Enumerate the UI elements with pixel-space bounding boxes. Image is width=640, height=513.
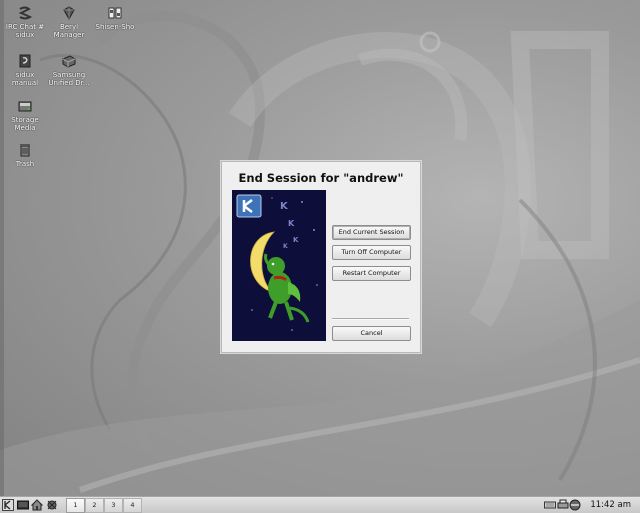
button-separator <box>332 318 409 320</box>
desktop-icon-label: Shisen-Sho <box>95 23 135 31</box>
desktop-icon-sidux-manual[interactable]: sidux manual <box>3 53 47 87</box>
floating-k-4: K <box>283 243 288 250</box>
home-icon[interactable] <box>31 499 43 511</box>
dragon-icon <box>264 253 310 323</box>
pager-desktop-2[interactable]: 2 <box>85 498 104 513</box>
desktop-icon-irc-chat[interactable]: IRC Chat # sidux <box>3 5 47 39</box>
end-current-session-button[interactable]: End Current Session <box>332 225 411 240</box>
beryl-icon <box>63 6 75 21</box>
floating-k-1: K <box>280 201 289 212</box>
printer-driver-icon <box>62 55 76 68</box>
desktop: IRC Chat # sidux Beryl Manager Shisen-Sh… <box>0 0 640 496</box>
desktop-icon-storage-media[interactable]: Storage Media <box>3 98 47 132</box>
dragon-on-moon-image: K K K K <box>236 194 318 331</box>
taskbar: 1 2 3 4 11:42 am <box>0 496 640 513</box>
desktop-icon-samsung-driver[interactable]: Samsung Unified Dr... <box>47 53 91 87</box>
floating-k-3: K <box>293 236 299 244</box>
shisen-sho-icon <box>108 7 122 19</box>
end-session-dialog: End Session for "andrew" K K K K End Cur… <box>221 161 421 353</box>
konqueror-icon[interactable] <box>46 499 58 511</box>
trash-icon <box>20 144 30 157</box>
desktop-icon-label: Storage Media <box>11 116 39 132</box>
desktop-icon-label: IRC Chat # sidux <box>5 23 45 39</box>
restart-computer-button[interactable]: Restart Computer <box>332 266 411 281</box>
desktop-icon-trash[interactable]: Trash <box>3 142 47 168</box>
pager-desktop-4[interactable]: 4 <box>123 498 142 513</box>
printer-tray-icon[interactable] <box>557 499 569 511</box>
desktop-icon-beryl-manager[interactable]: Beryl Manager <box>47 5 91 39</box>
cancel-button[interactable]: Cancel <box>332 326 411 341</box>
manual-icon <box>19 54 31 68</box>
desktop-icon-label: Trash <box>15 160 35 168</box>
kmenu-icon[interactable] <box>2 499 14 511</box>
turn-off-computer-button[interactable]: Turn Off Computer <box>332 245 411 260</box>
desktop-icon-label: Samsung Unified Dr... <box>48 71 90 87</box>
desktop-icon-label: Beryl Manager <box>53 23 85 39</box>
dialog-title: End Session for "andrew" <box>238 171 404 185</box>
irc-chat-icon <box>18 6 33 20</box>
pager-desktop-3[interactable]: 3 <box>104 498 123 513</box>
clock[interactable]: 11:42 am <box>590 497 631 513</box>
keyboard-icon[interactable] <box>544 499 556 511</box>
desktop-icon-label: sidux manual <box>11 71 39 87</box>
kde-logo-icon <box>236 194 262 218</box>
terminal-icon[interactable] <box>17 499 29 511</box>
floating-k-2: K <box>288 219 295 228</box>
pager-desktop-1[interactable]: 1 <box>66 498 85 513</box>
power-icon[interactable] <box>569 499 581 511</box>
storage-icon <box>18 101 32 112</box>
desktop-icon-shisen-sho[interactable]: Shisen-Sho <box>93 5 137 31</box>
kde-artwork: K K K K <box>232 190 326 341</box>
